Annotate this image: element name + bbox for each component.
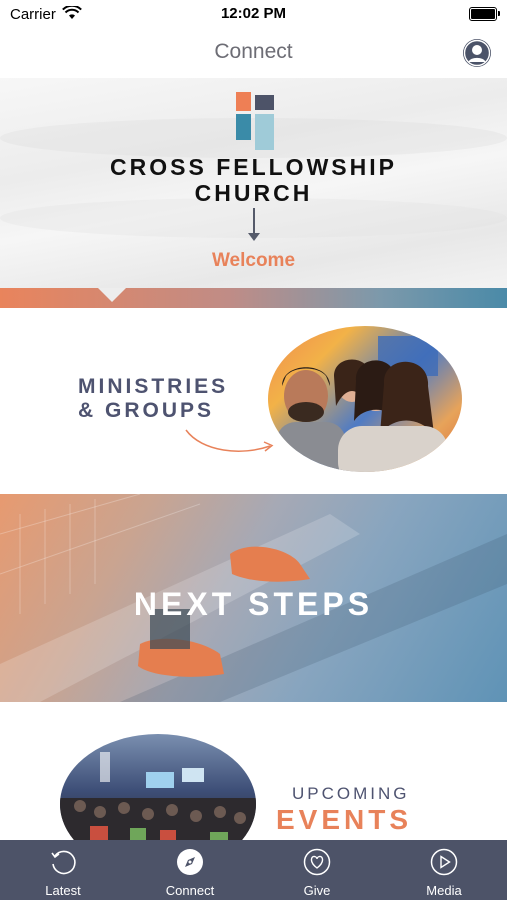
history-icon	[49, 848, 77, 876]
tab-bar: Latest Connect Give Media	[0, 840, 507, 900]
tab-media-label: Media	[426, 883, 462, 898]
ministries-title-line-1: MINISTRIES	[78, 375, 229, 398]
church-banner: CROSS FELLOWSHIP CHURCH Welcome	[0, 78, 507, 288]
next-steps-card[interactable]: NEXT STEPS	[0, 494, 507, 702]
divider-notch	[98, 288, 126, 302]
navigation-bar: Connect	[0, 28, 507, 78]
profile-icon[interactable]	[463, 39, 491, 67]
tab-give-label: Give	[303, 883, 331, 898]
tab-give[interactable]: Give	[254, 840, 380, 900]
tab-connect[interactable]: Connect	[127, 840, 253, 900]
friends-group-photo	[268, 326, 462, 472]
events-title-line-2: EVENTS	[276, 804, 413, 835]
church-name: CROSS FELLOWSHIP CHURCH	[0, 154, 507, 206]
gradient-divider	[0, 288, 507, 308]
compass-icon	[176, 848, 204, 876]
down-arrow-icon	[253, 208, 255, 236]
battery-icon	[469, 7, 500, 21]
play-icon	[430, 848, 458, 876]
ministries-title: MINISTRIES & GROUPS	[78, 375, 228, 423]
down-arrow-head	[248, 233, 260, 241]
page-title: Connect	[214, 40, 293, 63]
church-logo	[236, 92, 274, 150]
tab-connect-label: Connect	[165, 883, 215, 898]
welcome-link[interactable]: Welcome	[0, 250, 507, 272]
upcoming-events-card[interactable]: UPCOMING EVENTS	[0, 702, 507, 840]
tab-media[interactable]: Media	[381, 840, 507, 900]
next-steps-title: NEXT STEPS	[133, 586, 374, 622]
tab-latest-label: Latest	[45, 883, 81, 898]
ministries-title-line-2: & GROUPS	[78, 399, 215, 422]
heart-icon	[303, 848, 331, 876]
ministries-groups-card[interactable]: MINISTRIES & GROUPS	[0, 308, 507, 494]
worship-service-photo	[60, 734, 256, 840]
status-bar: Carrier 12:02 PM	[0, 0, 507, 28]
events-title-line-1: UPCOMING	[292, 784, 410, 803]
curved-arrow-icon	[185, 429, 274, 452]
church-name-line-2: CHURCH	[194, 180, 313, 206]
tab-latest[interactable]: Latest	[0, 840, 126, 900]
status-time: 12:02 PM	[220, 5, 287, 22]
church-name-line-1: CROSS FELLOWSHIP	[110, 154, 397, 180]
